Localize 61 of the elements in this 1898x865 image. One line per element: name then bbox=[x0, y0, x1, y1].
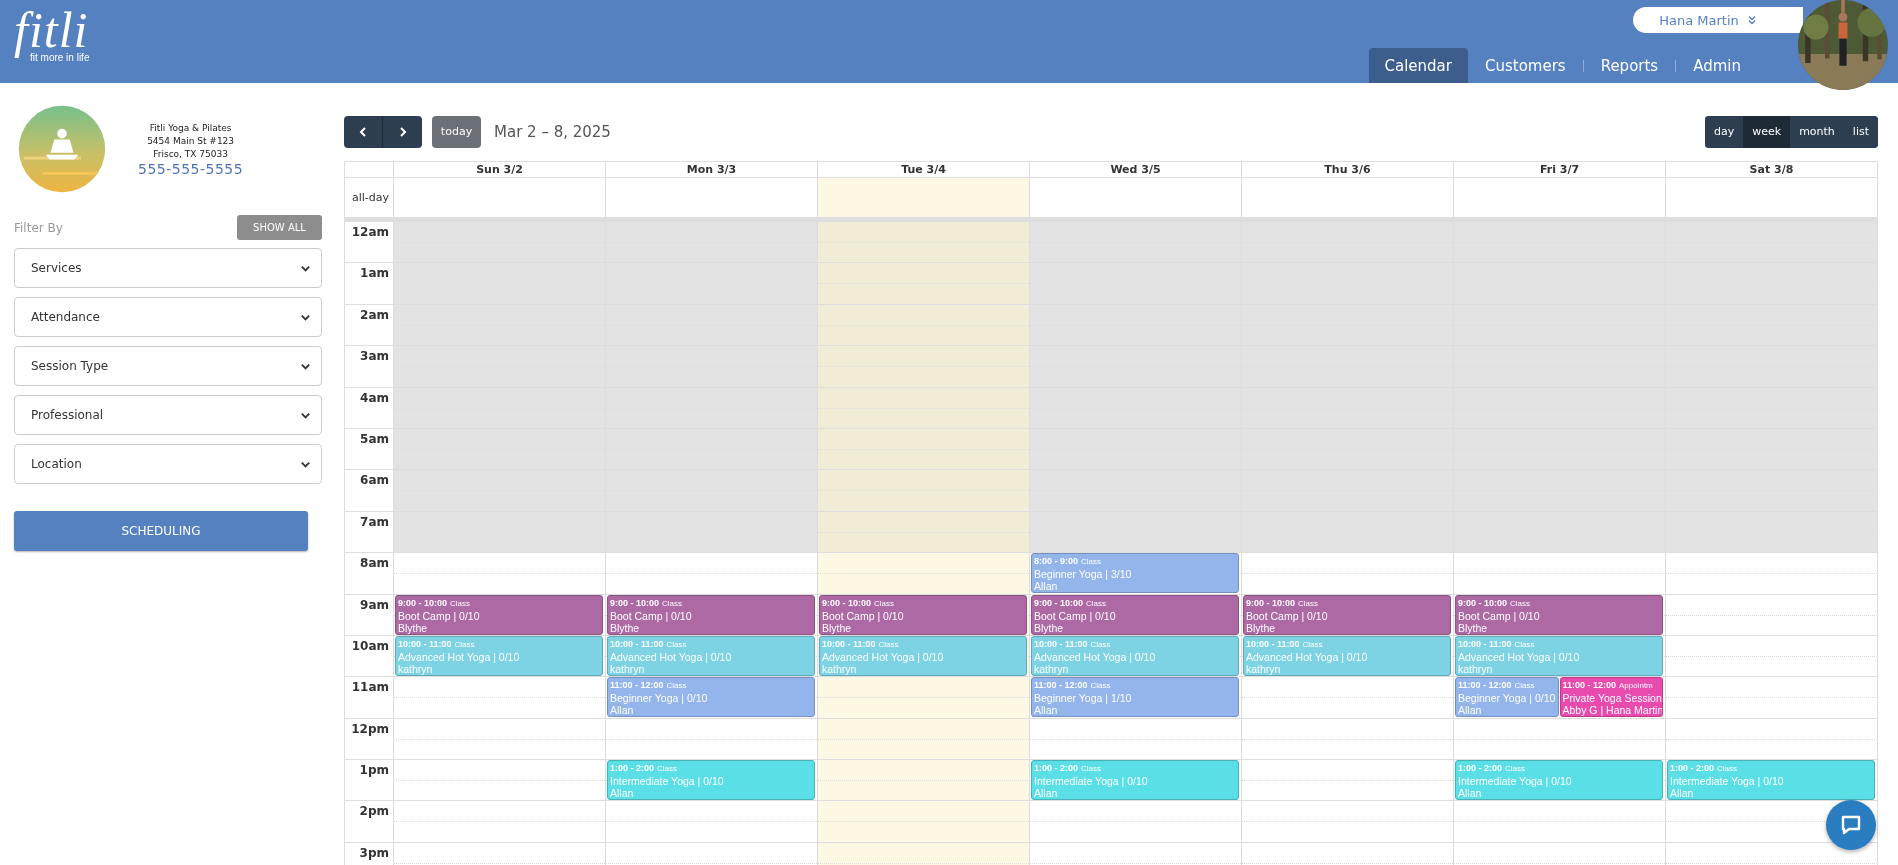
scheduling-button[interactable]: SCHEDULING bbox=[14, 511, 308, 551]
hour-label: 8am bbox=[360, 556, 389, 571]
hour-label: 2pm bbox=[359, 804, 389, 819]
hour-label: 1am bbox=[360, 266, 389, 281]
studio-city: Frisco, TX 75033 bbox=[153, 148, 228, 161]
day-header: Wed 3/5 bbox=[1029, 162, 1241, 177]
hour-label: 1pm bbox=[359, 763, 389, 778]
hour-label: 7am bbox=[360, 514, 389, 529]
calendar-event[interactable]: 9:00 - 10:00 Class Boot Camp | 0/10 Blythe bbox=[607, 594, 815, 635]
hour-label: 4am bbox=[360, 390, 389, 405]
calendar-event[interactable]: 9:00 - 10:00 Class Boot Camp | 0/10 Blythe bbox=[1455, 594, 1663, 635]
calendar-event[interactable]: 9:00 - 10:00 Class Boot Camp | 0/10 Blythe bbox=[395, 594, 603, 635]
filter-dropdown[interactable]: Location bbox=[14, 444, 322, 484]
hour-label: 10am bbox=[351, 638, 389, 653]
calendar-event[interactable]: 11:00 - 12:00 Class Beginner Yoga | 0/10 Allan bbox=[1455, 677, 1559, 718]
filter-label: Filter By bbox=[14, 220, 63, 235]
today-button[interactable]: today bbox=[432, 115, 481, 148]
calendar-event[interactable]: 9:00 - 10:00 Class Boot Camp | 0/10 Blythe bbox=[1243, 594, 1451, 635]
filter-dropdown[interactable]: Session Type bbox=[14, 346, 322, 386]
calendar-event[interactable]: 9:00 - 10:00 Class Boot Camp | 0/10 Blythe bbox=[819, 594, 1027, 635]
hour-label: 2am bbox=[360, 307, 389, 322]
nav-tab[interactable]: Calendar bbox=[1368, 48, 1468, 83]
filter-dropdown[interactable]: Attendance bbox=[14, 297, 322, 337]
date-range-title: Mar 2 – 8, 2025 bbox=[494, 122, 611, 141]
day-header: Fri 3/7 bbox=[1453, 162, 1665, 177]
hour-label: 12pm bbox=[351, 721, 389, 736]
day-header: Sat 3/8 bbox=[1665, 162, 1877, 177]
hour-label: 11am bbox=[351, 680, 389, 695]
studio-name: Fitli Yoga & Pilates bbox=[149, 122, 232, 135]
day-header: Thu 3/6 bbox=[1241, 162, 1453, 177]
hour-label: 6am bbox=[360, 473, 389, 488]
hour-label: 5am bbox=[360, 431, 389, 446]
chat-button[interactable] bbox=[1826, 800, 1876, 850]
hour-label: 12am bbox=[351, 225, 389, 239]
day-header: Tue 3/4 bbox=[817, 162, 1029, 177]
next-button[interactable] bbox=[383, 115, 422, 148]
chevron-left-icon bbox=[357, 125, 369, 138]
hour-label: 3am bbox=[360, 349, 389, 364]
hour-label: 3pm bbox=[359, 845, 389, 860]
user-menu-button[interactable]: Hana Martin bbox=[1633, 7, 1803, 33]
calendar-event[interactable]: 11:00 - 12:00 Appointm Private Yoga Session Abby G | Hana Martin bbox=[1559, 677, 1663, 718]
previous-button[interactable] bbox=[344, 115, 383, 148]
hour-label: 9am bbox=[360, 597, 389, 612]
nav-tab[interactable]: Admin bbox=[1676, 48, 1758, 83]
phone-link[interactable]: 555-555-5555 bbox=[138, 163, 244, 176]
view-button[interactable]: week bbox=[1743, 115, 1791, 148]
filter-dropdown[interactable]: Professional bbox=[14, 395, 322, 435]
show-all-button[interactable]: SHOW ALL bbox=[237, 215, 322, 240]
calendar-event[interactable]: 11:00 - 12:00 Class Beginner Yoga | 1/10 Allan bbox=[1031, 677, 1239, 718]
day-header: Mon 3/3 bbox=[605, 162, 817, 177]
nav-tab[interactable]: Reports bbox=[1583, 48, 1676, 83]
filter-dropdown[interactable]: Services bbox=[14, 248, 322, 288]
chevron-icon bbox=[1746, 15, 1757, 25]
studio-address: 5454 Main St #123 bbox=[147, 135, 235, 148]
nav-tab[interactable]: Customers bbox=[1467, 48, 1583, 83]
calendar-event[interactable]: 8:00 - 9:00 Class Beginner Yoga | 3/10 Allan bbox=[1031, 553, 1239, 594]
all-day-label: all-day bbox=[351, 191, 389, 204]
calendar-event[interactable]: 9:00 - 10:00 Class Boot Camp | 0/10 Blythe bbox=[1031, 594, 1239, 635]
day-header: Sun 3/2 bbox=[393, 162, 605, 177]
calendar-event[interactable]: 11:00 - 12:00 Class Beginner Yoga | 0/10 Allan bbox=[607, 677, 815, 718]
chat-icon bbox=[1839, 813, 1863, 837]
